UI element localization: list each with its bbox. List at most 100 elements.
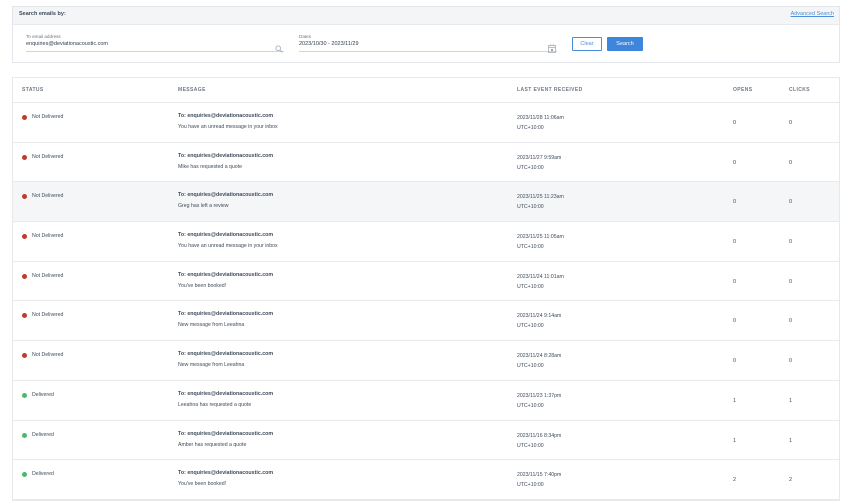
dates-label: Dates: [299, 34, 312, 39]
status-dot-icon: [22, 432, 27, 438]
header-last-event[interactable]: LAST EVENT RECEIVED: [517, 87, 583, 93]
search-button[interactable]: Search: [607, 37, 643, 51]
clicks-count: 0: [789, 120, 793, 126]
dates-underline: [299, 51, 557, 52]
subject-text: Leeahna has requested a quote: [178, 401, 252, 408]
status-text: Not Delivered: [32, 114, 64, 120]
advanced-search-link[interactable]: Advanced Search: [791, 11, 834, 17]
opens-count: 0: [733, 199, 737, 206]
table-header: STATUS MESSAGE LAST EVENT RECEIVED OPENS…: [13, 78, 839, 103]
status-text: Not Delivered: [32, 352, 64, 359]
opens-count: 1: [733, 437, 737, 444]
event-timezone-text: UTC+10:00: [517, 442, 544, 449]
subject-text: You have an unread message in your inbox: [178, 124, 278, 130]
recipient-text: To: enquiries@deviationacoustic.com: [178, 430, 274, 437]
status-dot-icon: [22, 273, 27, 279]
event-date-text: 2023/11/25 11:05am: [517, 234, 564, 241]
table-row[interactable]: Delivered To: enquiries@deviationacoustic…: [13, 460, 839, 500]
subject-text: New message from Leeahna: [178, 362, 245, 369]
header-message[interactable]: MESSAGE: [178, 87, 206, 93]
status-dot-icon: [22, 115, 27, 120]
event-timezone-text: UTC+10:00: [517, 402, 544, 409]
table-row[interactable]: Not Delivered To: enquiries@deviationacou…: [13, 103, 839, 143]
recipient-text: To: enquiries@deviationacoustic.com: [178, 390, 274, 397]
opens-count: 1: [733, 397, 737, 404]
table-row[interactable]: Not Delivered To: enquiries@deviationacou…: [13, 341, 839, 381]
email-table: STATUS MESSAGE LAST EVENT RECEIVED OPENS…: [12, 77, 840, 501]
status-dot-icon: [22, 194, 27, 200]
opens-count: 0: [733, 239, 737, 246]
subject-text: You've been booked!: [178, 282, 227, 289]
status-dot-icon: [22, 234, 27, 240]
opens-count: 0: [733, 358, 737, 365]
recipient-text: To: enquiries@deviationacoustic.com: [178, 192, 274, 199]
recipient-text: To: enquiries@deviationacoustic.com: [178, 311, 274, 318]
status-text: Not Delivered: [32, 312, 64, 319]
header-clicks[interactable]: CLICKS: [789, 87, 810, 93]
status-text: Delivered: [32, 471, 54, 478]
dates-input[interactable]: 2023/10/30 - 2023/11/29: [299, 41, 359, 47]
event-date-text: 2023/11/24 9:14am: [517, 313, 562, 320]
search-title: Search emails by:: [19, 11, 66, 17]
status-dot-icon: [22, 472, 27, 478]
table-row[interactable]: Not Delivered To: enquiries@deviationacou…: [13, 262, 839, 302]
to-email-underline: [26, 51, 284, 52]
status-dot-icon: [22, 313, 27, 319]
subject-text: New message from Leeahna: [178, 322, 245, 329]
search-header: Search emails by: Advanced Search: [13, 7, 839, 25]
event-timezone-text: UTC+10:00: [517, 482, 544, 489]
to-email-input[interactable]: enquiries@deviationacoustic.com: [26, 41, 108, 47]
subject-text: Greg has left a review: [178, 203, 229, 210]
status-text: Delivered: [32, 391, 54, 398]
status-text: Not Delivered: [32, 272, 64, 279]
clicks-count: 1: [789, 397, 793, 404]
event-date-text: 2023/11/27 9:59am: [517, 154, 562, 161]
table-body: Not Delivered To: enquiries@deviationacou…: [13, 103, 839, 500]
table-row[interactable]: Delivered To: enquiries@deviationacoustic…: [13, 421, 839, 461]
event-timezone-text: UTC+10:00: [517, 204, 544, 211]
opens-count: 2: [733, 477, 737, 484]
table-row[interactable]: Not Delivered To: enquiries@deviationacou…: [13, 182, 839, 223]
search-icon[interactable]: [275, 40, 283, 58]
event-date-text: 2023/11/23 1:37pm: [517, 392, 562, 399]
subject-text: Mike has requested a quote: [178, 163, 243, 170]
status-text: Not Delivered: [32, 193, 64, 200]
event-date-text: 2023/11/24 8:28am: [517, 353, 562, 360]
clicks-count: 2: [789, 477, 793, 484]
table-row[interactable]: Not Delivered To: enquiries@deviationacou…: [13, 222, 839, 262]
status-dot-icon: [22, 353, 27, 359]
table-row[interactable]: Delivered To: enquiries@deviationacoustic…: [13, 381, 839, 421]
recipient-text: To: enquiries@deviationacoustic.com: [178, 113, 274, 119]
table-row[interactable]: Not Delivered To: enquiries@deviationacou…: [13, 143, 839, 183]
header-opens[interactable]: OPENS: [733, 87, 753, 93]
search-panel: Search emails by: Advanced Search To ema…: [12, 6, 840, 63]
to-email-label: To email address: [26, 34, 61, 39]
status-text: Not Delivered: [32, 233, 64, 240]
event-date-text: 2023/11/15 7:40pm: [517, 472, 562, 479]
opens-count: 0: [733, 318, 737, 325]
status-dot-icon: [22, 392, 27, 398]
table-row[interactable]: Not Delivered To: enquiries@deviationacou…: [13, 301, 839, 342]
clicks-count: 0: [789, 199, 793, 206]
subject-text: You have an unread message in your inbox: [178, 243, 278, 250]
subject-text: You've been booked!: [178, 481, 227, 488]
header-status[interactable]: STATUS: [22, 87, 44, 93]
recipient-text: To: enquiries@deviationacoustic.com: [178, 152, 274, 159]
clear-button[interactable]: Clear: [572, 37, 602, 51]
clicks-count: 0: [789, 278, 793, 285]
event-timezone-text: UTC+10:00: [517, 363, 544, 370]
clicks-count: 0: [789, 318, 793, 325]
opens-count: 0: [733, 159, 737, 166]
subject-text: Amber has requested a quote: [178, 441, 247, 448]
status-text: Delivered: [32, 431, 54, 438]
event-timezone-text: UTC+10:00: [517, 164, 544, 171]
recipient-text: To: enquiries@deviationacoustic.com: [178, 470, 274, 477]
recipient-text: To: enquiries@deviationacoustic.com: [178, 351, 274, 358]
recipient-text: To: enquiries@deviationacoustic.com: [178, 232, 274, 239]
calendar-icon[interactable]: [548, 40, 556, 58]
event-timezone-text: UTC+10:00: [517, 125, 544, 131]
event-timezone-text: UTC+10:00: [517, 323, 544, 330]
event-date-text: 2023/11/16 8:34pm: [517, 432, 562, 439]
event-date-text: 2023/11/25 11:23am: [517, 194, 564, 201]
opens-count: 0: [733, 278, 737, 285]
